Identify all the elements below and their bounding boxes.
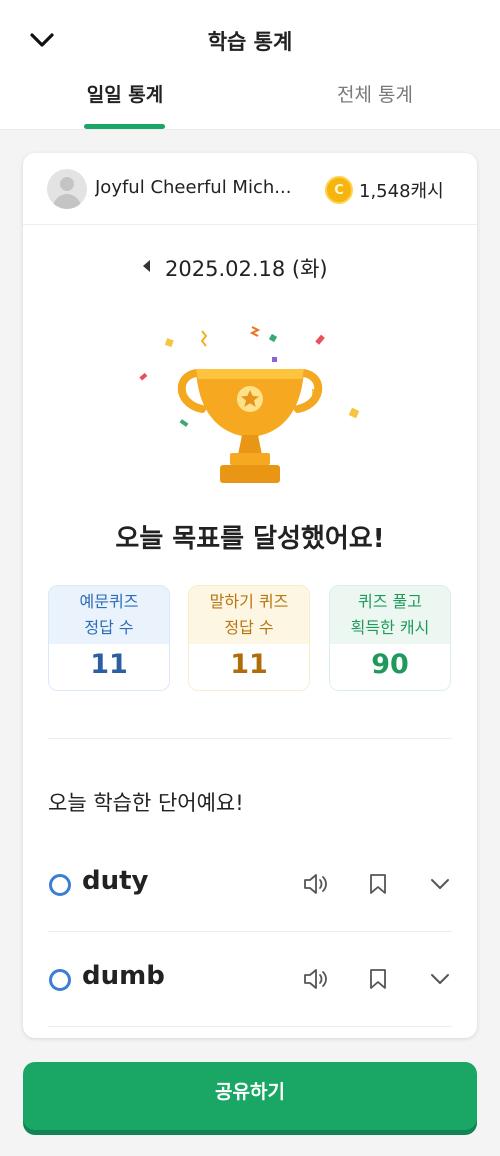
stat-label: 말하기 퀴즈: [209, 592, 289, 611]
tab-bar: 일일 통계 전체 통계: [0, 78, 500, 130]
speaker-icon[interactable]: [302, 965, 330, 993]
active-tab-indicator: [84, 124, 165, 129]
avatar-icon: [47, 169, 87, 209]
stat-label: 정답 수: [84, 618, 134, 637]
divider: [48, 738, 452, 739]
date-label: 2025.02.18 (화): [165, 257, 328, 281]
stat-value: 11: [189, 644, 309, 690]
cash-balance: 1,548캐시: [359, 181, 444, 202]
stat-label: 예문퀴즈: [79, 592, 139, 611]
stat-sentence-quiz: 예문퀴즈 정답 수 11: [48, 585, 170, 691]
date-navigator: 2025.02.18 (화): [23, 249, 477, 283]
stat-label: 퀴즈 풀고: [358, 592, 422, 611]
tab-daily-stats[interactable]: 일일 통계: [0, 78, 250, 130]
words-section-title: 오늘 학습한 단어예요!: [48, 791, 244, 815]
goal-achieved-message: 오늘 목표를 달성했어요!: [115, 524, 385, 554]
bookmark-icon[interactable]: [364, 870, 392, 898]
tab-total-stats[interactable]: 전체 통계: [250, 78, 500, 130]
app-header: 학습 통계 일일 통계 전체 통계: [0, 0, 500, 130]
word-list-item[interactable]: dumb: [48, 931, 452, 1027]
speaker-icon[interactable]: [302, 870, 330, 898]
coin-icon: C: [325, 176, 353, 204]
share-button[interactable]: 공유하기: [23, 1062, 477, 1130]
correct-circle-icon: [49, 969, 71, 991]
trophy-icon: [130, 323, 370, 493]
correct-circle-icon: [49, 874, 71, 896]
page-title: 학습 통계: [207, 30, 293, 54]
stat-earned-cash: 퀴즈 풀고 획득한 캐시 90: [329, 585, 451, 691]
tab-total-stats-label: 전체 통계: [337, 84, 413, 106]
stat-speaking-quiz: 말하기 퀴즈 정답 수 11: [188, 585, 310, 691]
tab-daily-stats-label: 일일 통계: [86, 84, 164, 106]
stat-label: 정답 수: [224, 618, 274, 637]
word-text: duty: [82, 866, 149, 896]
username: Joyful Cheerful Mich...: [95, 177, 292, 198]
stat-value: 11: [49, 644, 169, 690]
word-text: dumb: [82, 961, 165, 991]
chevron-down-icon[interactable]: [426, 965, 454, 993]
stat-value: 90: [330, 644, 450, 690]
stat-label: 획득한 캐시: [350, 618, 430, 637]
profile-row: Joyful Cheerful Mich... C 1,548캐시: [23, 153, 477, 225]
word-list-item[interactable]: duty: [48, 836, 452, 932]
chevron-down-icon[interactable]: [426, 870, 454, 898]
daily-stats-card: Joyful Cheerful Mich... C 1,548캐시 2025.0…: [23, 153, 477, 1038]
bookmark-icon[interactable]: [364, 965, 392, 993]
prev-date-chevron-left-icon[interactable]: [137, 255, 157, 277]
